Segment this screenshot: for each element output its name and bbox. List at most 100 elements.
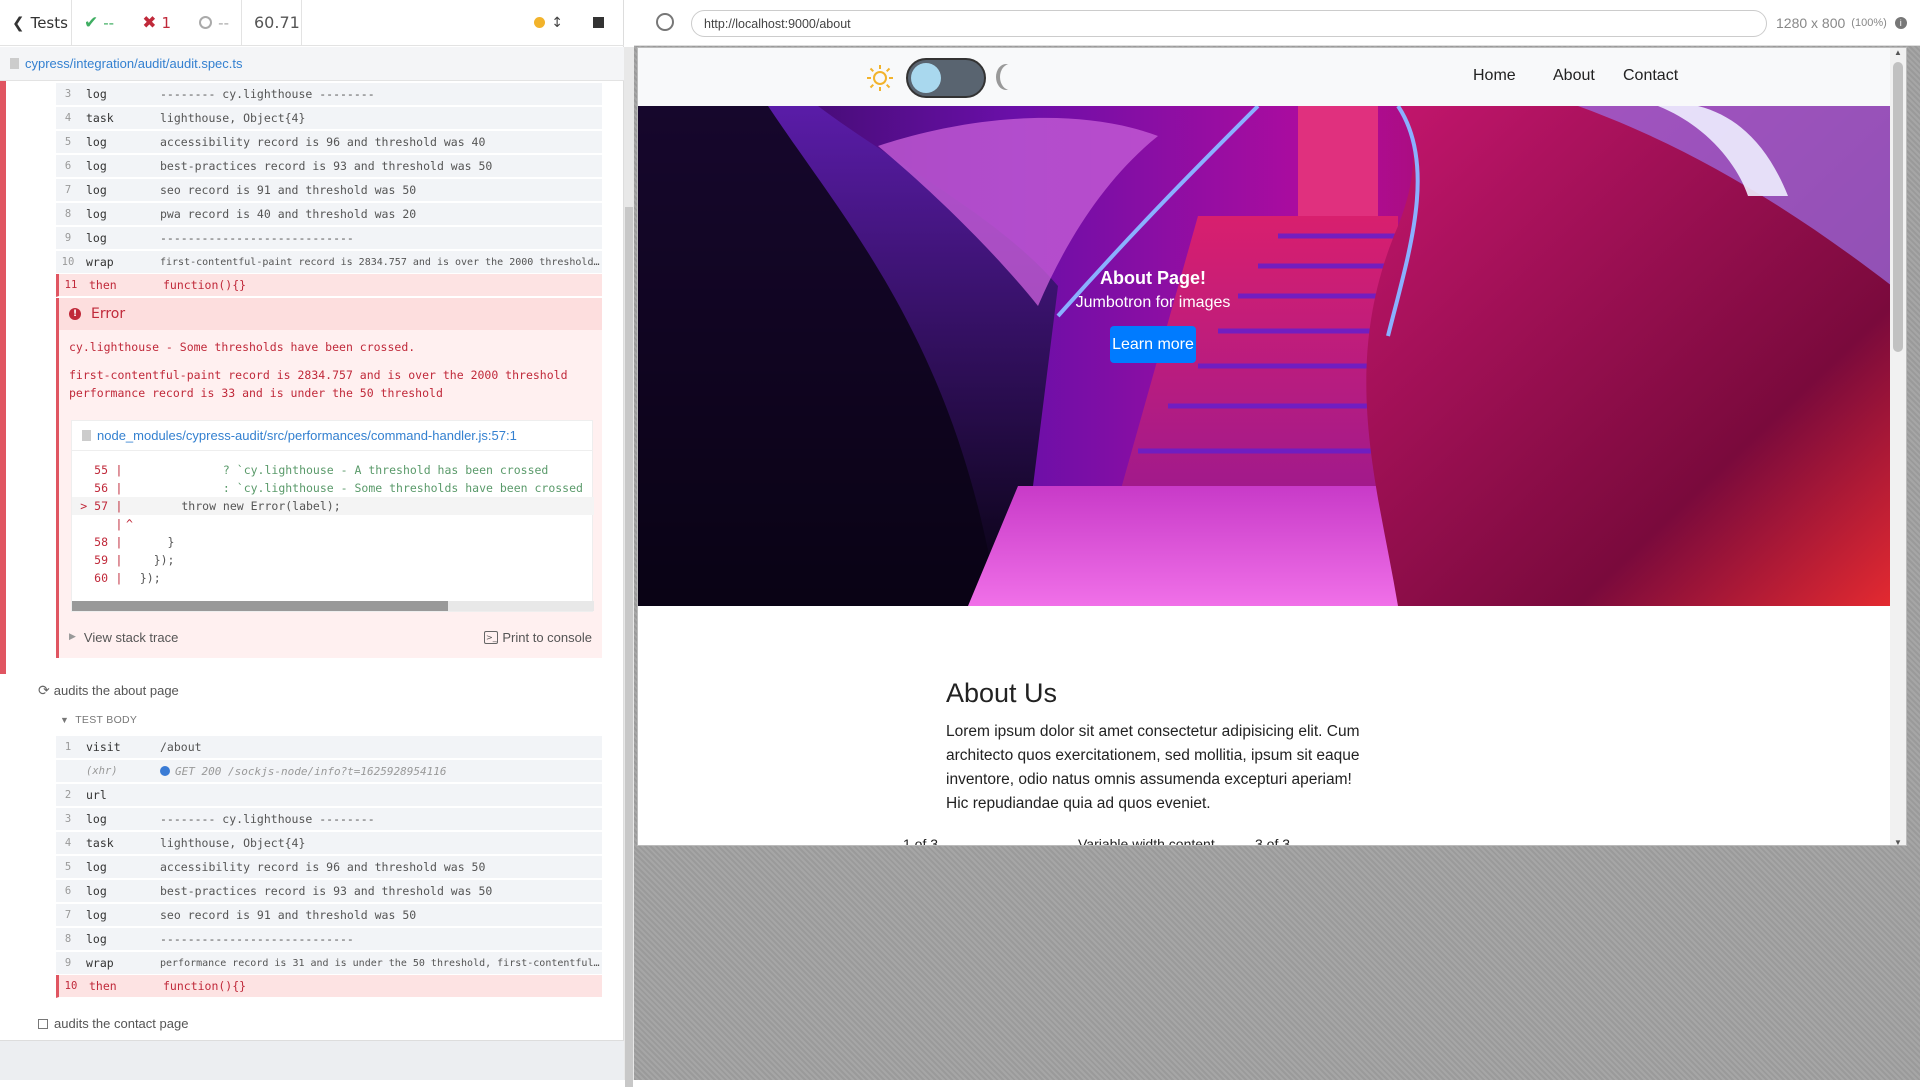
command-message: first-contentful-paint record is 2834.75… (160, 256, 602, 268)
scroll-up-icon[interactable]: ▲ (1894, 48, 1902, 57)
command-number: 7 (64, 909, 72, 921)
hero-background-image (638, 106, 1892, 606)
nav-link-home[interactable]: Home (1473, 67, 1516, 85)
command-number: 10 (64, 980, 78, 992)
command-name: log (86, 884, 107, 898)
command-row[interactable]: 9 log ---------------------------- (56, 227, 602, 250)
aut-url-field[interactable]: http://localhost:9000/about (691, 10, 1767, 37)
passed-stat[interactable]: ✔ -- (84, 13, 114, 33)
command-row[interactable]: 10 wrap first-contentful-paint record is 2… (56, 251, 602, 274)
error-message-line: first-contentful-paint record is 2834.75… (69, 368, 568, 382)
command-row[interactable]: 2 url (56, 784, 602, 807)
line-source: : `cy.lighthouse - Some thresholds have … (126, 481, 583, 495)
error-icon: ! (69, 308, 81, 320)
hero-subtitle: Jumbotron for images (1075, 294, 1231, 311)
command-row[interactable]: 5 log accessibility record is 96 and thres… (56, 856, 602, 879)
command-row[interactable]: 7 log seo record is 91 and threshold was 5… (56, 179, 602, 202)
aut-scrollbar[interactable]: ▲ ▼ (1890, 48, 1906, 845)
command-row[interactable]: 7 log seo record is 91 and threshold was 5… (56, 904, 602, 927)
command-name: wrap (86, 956, 114, 970)
print-to-console-label: Print to console (502, 629, 592, 645)
command-row[interactable]: 6 log best-practices record is 93 and thre… (56, 155, 602, 178)
caret-right-icon: ▶ (69, 632, 76, 642)
command-row[interactable]: 4 task lighthouse, Object{4} (56, 832, 602, 855)
command-message: accessibility record is 96 and threshold… (160, 135, 486, 149)
tests-back-button[interactable]: ❮ Tests (0, 0, 72, 46)
view-stack-trace-label: View stack trace (83, 629, 179, 645)
command-row[interactable]: 3 log -------- cy.lighthouse -------- (56, 83, 602, 106)
command-row[interactable]: 4 task lighthouse, Object{4} (56, 107, 602, 130)
command-number: 5 (64, 136, 72, 148)
autoscroll-toggle-icon[interactable]: ↕ (551, 15, 563, 31)
command-row[interactable]: 1 visit/about (56, 736, 602, 759)
command-message: lighthouse, Object{4} (160, 111, 306, 125)
theme-toggle[interactable] (906, 58, 986, 98)
test-body-label: TEST BODY (75, 714, 138, 726)
code-frame-scrollbar[interactable] (72, 601, 594, 611)
moon-icon (1000, 64, 1020, 90)
command-row[interactable]: 8 log ---------------------------- (56, 928, 602, 951)
hero-title: About Page! (1100, 268, 1206, 288)
command-name: then (89, 979, 117, 993)
code-line: 58 | } (72, 533, 594, 551)
command-number: 3 (64, 813, 72, 825)
command-number: 7 (64, 184, 72, 196)
command-number: 9 (64, 232, 72, 244)
test-title-contact[interactable]: audits the contact page (38, 1016, 188, 1031)
print-to-console-button[interactable]: >_ Print to console (484, 630, 592, 645)
reporter-footer (0, 1040, 624, 1080)
pending-stat[interactable]: -- (199, 14, 229, 32)
failed-stat[interactable]: ✖ 1 (142, 13, 171, 33)
reporter-panel: ❮ Tests ✔ -- ✖ 1 -- 60.71 ↕ cypress/inte… (0, 0, 624, 1080)
terminal-icon: >_ (484, 630, 499, 644)
stop-button[interactable] (593, 17, 604, 28)
line-source: }); (126, 553, 175, 567)
line-separator: | (115, 481, 123, 495)
nav-link-contact[interactable]: Contact (1623, 67, 1678, 85)
xhr-row[interactable]: (xhr) GET 200 /sockjs-node/info?t=1625928… (56, 760, 602, 783)
spec-path-link[interactable]: cypress/integration/audit/audit.spec.ts (25, 56, 243, 71)
command-row[interactable]: 3 log -------- cy.lighthouse -------- (56, 808, 602, 831)
command-message: -------- cy.lighthouse -------- (160, 87, 375, 101)
command-row[interactable]: 8 log pwa record is 40 and threshold was 2… (56, 203, 602, 226)
viewport-scale: (100%) (1851, 17, 1887, 29)
failed-command-row[interactable]: 11 then function(){} (56, 274, 602, 297)
nav-link-about[interactable]: About (1553, 67, 1595, 85)
failed-command-row[interactable]: 10 then function(){} (56, 975, 602, 998)
command-name: log (86, 860, 107, 874)
learn-more-button[interactable]: Learn more (1110, 326, 1196, 363)
error-panel: ! Error cy.lighthouse - Some thresholds … (56, 298, 602, 658)
info-icon[interactable]: i (1894, 17, 1907, 29)
pending-square-icon (38, 1018, 48, 1029)
duration: 60.71 (242, 0, 302, 46)
reporter-scroll-thumb[interactable] (625, 207, 633, 1087)
command-number: 11 (64, 279, 78, 291)
cross-icon: ✖ (142, 12, 157, 33)
view-stack-trace-toggle[interactable]: ▶ View stack trace (69, 630, 178, 645)
command-message: -------- cy.lighthouse -------- (160, 812, 375, 826)
aut-scroll-thumb[interactable] (1893, 62, 1903, 352)
passed-count: -- (103, 13, 115, 32)
selector-playground-icon[interactable] (656, 13, 674, 31)
code-frame: node_modules/cypress-audit/src/performan… (71, 420, 594, 612)
test-title-about[interactable]: ⟳ audits the about page (38, 682, 179, 699)
code-frame-file: node_modules/cypress-audit/src/performan… (72, 421, 592, 451)
line-separator: | (115, 517, 123, 531)
code-frame-scroll-thumb[interactable] (72, 601, 448, 611)
command-row[interactable]: 9 wrap performance record is 31 and is und… (56, 952, 602, 975)
line-source: }); (126, 571, 161, 585)
test-title-label: audits the about page (53, 683, 179, 698)
command-name: log (86, 908, 107, 922)
file-icon (82, 430, 91, 441)
command-number: 5 (64, 861, 72, 873)
command-row[interactable]: 5 log accessibility record is 96 and thres… (56, 131, 602, 154)
command-row[interactable]: 6 log best-practices record is 93 and thre… (56, 880, 602, 903)
test-body-header[interactable]: ▼ TEST BODY (60, 714, 137, 726)
reporter-scrollbar[interactable] (624, 47, 634, 1087)
grid-col-2: Variable width content (1078, 836, 1215, 846)
viewport-info: 1280 x 800 (100%) i (1776, 0, 1907, 46)
command-number: 1 (64, 741, 72, 753)
scroll-down-icon[interactable]: ▼ (1894, 838, 1902, 845)
toggle-knob (911, 63, 941, 93)
code-frame-file-link[interactable]: node_modules/cypress-audit/src/performan… (97, 428, 517, 443)
